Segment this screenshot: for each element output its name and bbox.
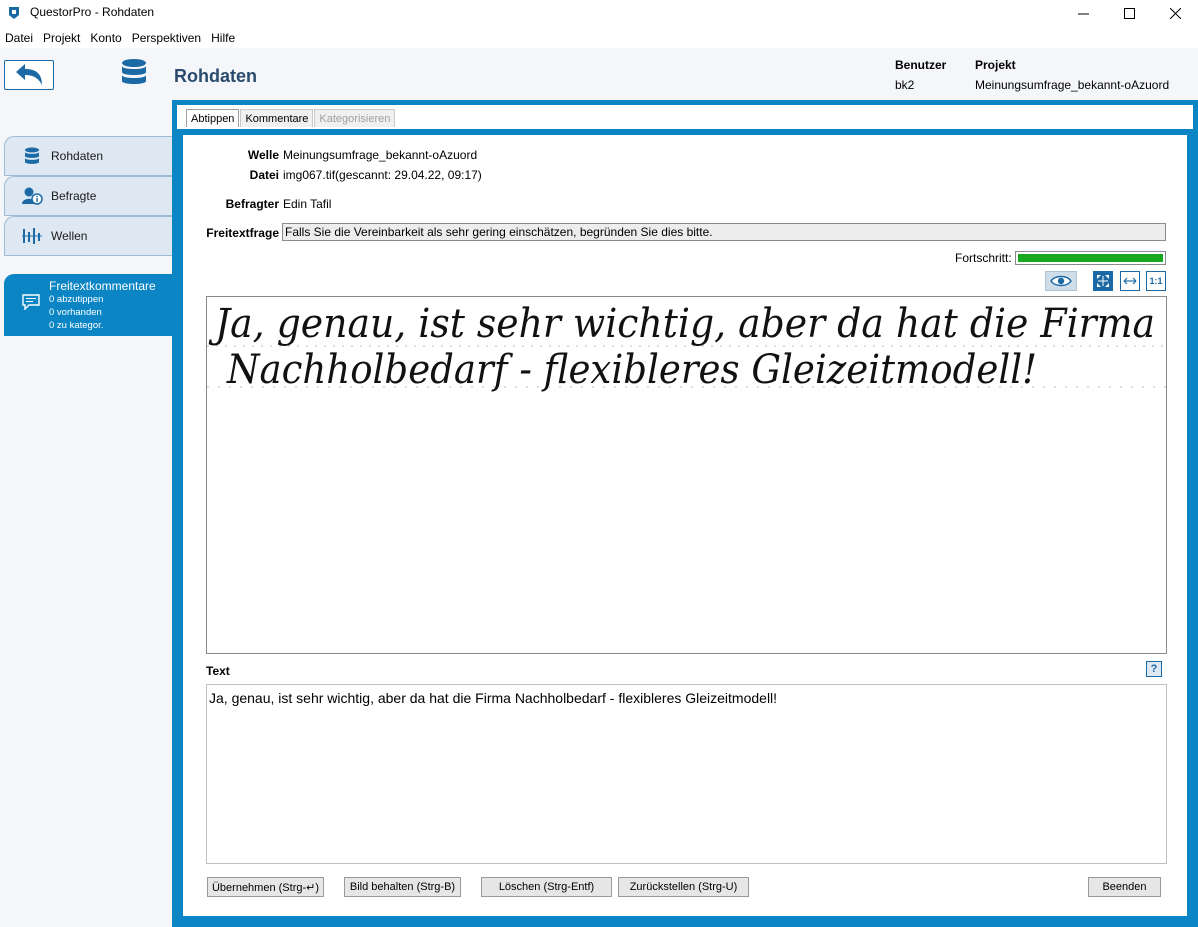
person-info-icon xyxy=(21,185,43,207)
close-icon xyxy=(1169,7,1181,19)
uebernehmen-button[interactable]: Übernehmen (Strg-↵) xyxy=(207,877,324,897)
count-abzutippen: 0 abzutippen xyxy=(49,294,104,305)
active-item-title: Freitextkommentare xyxy=(49,279,156,293)
tab-kommentare[interactable]: Kommentare xyxy=(240,109,314,127)
help-button[interactable]: ? xyxy=(1146,661,1162,677)
befragter-value: Edin Tafil xyxy=(283,197,332,211)
menu-projekt[interactable]: Projekt xyxy=(38,28,85,48)
zoom-1to1-button[interactable]: 1:1 xyxy=(1146,271,1166,291)
waves-icon xyxy=(21,225,43,247)
app-logo-icon xyxy=(9,7,19,19)
progress-bar xyxy=(1015,251,1166,265)
user-value: bk2 xyxy=(895,78,915,92)
menu-konto[interactable]: Konto xyxy=(85,28,126,48)
handwriting-line-1: Ja, genau, ist sehr wichtig, aber da hat… xyxy=(208,301,1155,347)
freitextfrage-field: Falls Sie die Vereinbarkeit als sehr ger… xyxy=(282,223,1166,241)
tab-abtippen[interactable]: Abtippen xyxy=(186,109,240,127)
count-kategor: 0 zu kategor. xyxy=(49,320,104,331)
main-content: Abtippen Kommentare Kategorisieren Welle… xyxy=(177,105,1193,922)
database-icon xyxy=(21,145,43,167)
tab-bar: Abtippen Kommentare Kategorisieren xyxy=(186,109,396,127)
sidebar-item-freitextkommentare[interactable]: Freitextkommentare 0 abzutippen 0 vorhan… xyxy=(4,274,172,336)
sidebar-item-label: Wellen xyxy=(51,229,88,243)
sidebar-item-label: Befragte xyxy=(51,189,97,203)
minimize-button[interactable] xyxy=(1060,0,1106,26)
back-arrow-icon xyxy=(16,64,42,85)
datei-label: Datei xyxy=(249,168,279,182)
sidebar-item-wellen[interactable]: Wellen xyxy=(4,216,172,256)
database-icon xyxy=(122,59,146,84)
sidebar-item-rohdaten[interactable]: Rohdaten xyxy=(4,136,172,176)
progress-fill xyxy=(1018,254,1163,262)
title-bar: QuestorPro - Rohdaten xyxy=(0,0,1198,26)
main-frame: Abtippen Kommentare Kategorisieren Welle… xyxy=(172,100,1198,927)
menu-datei[interactable]: Datei xyxy=(0,28,38,48)
sidebar-item-label: Rohdaten xyxy=(51,149,104,163)
abtippen-panel: Welle Meinungsumfrage_bekannt-oAzuord Da… xyxy=(177,129,1193,922)
text-label: Text xyxy=(206,664,230,678)
maximize-icon xyxy=(1123,7,1135,19)
menu-perspektiven[interactable]: Perspektiven xyxy=(127,28,206,48)
view-toggle-button[interactable] xyxy=(1045,271,1077,291)
fit-page-icon xyxy=(1097,275,1109,287)
loeschen-button[interactable]: Löschen (Strg-Entf) xyxy=(481,877,612,897)
minimize-icon xyxy=(1077,13,1089,14)
welle-value: Meinungsumfrage_bekannt-oAzuord xyxy=(283,148,478,162)
tab-kategorisieren: Kategorisieren xyxy=(314,109,396,127)
handwriting-scan: Ja, genau, ist sehr wichtig, aber da hat… xyxy=(207,301,1166,393)
close-button[interactable] xyxy=(1152,0,1198,26)
fit-width-icon xyxy=(1123,277,1137,285)
handwriting-line-2: Nachholbedarf - flexibleres Gleizeitmode… xyxy=(226,347,1037,393)
header: Rohdaten Benutzer bk2 Projekt Meinungsum… xyxy=(0,48,1198,100)
window-title: QuestorPro - Rohdaten xyxy=(30,5,155,19)
datei-value: img067.tif(gescannt: 29.04.22, 09:17) xyxy=(283,168,482,182)
eye-icon xyxy=(1050,275,1072,287)
sidebar-item-befragte[interactable]: Befragte xyxy=(4,176,172,216)
scanned-handwriting-image: Ja, genau, ist sehr wichtig, aber da hat… xyxy=(206,296,1167,654)
page-title: Rohdaten xyxy=(174,66,257,86)
freitextfrage-label: Freitextfrage xyxy=(206,226,279,240)
progress-label: Fortschritt: xyxy=(955,251,1012,265)
user-label: Benutzer xyxy=(895,58,947,72)
transcription-textarea[interactable]: Ja, genau, ist sehr wichtig, aber da hat… xyxy=(206,684,1167,864)
maximize-button[interactable] xyxy=(1106,0,1152,26)
sidebar: Rohdaten Befragte Wellen Freitextkomment… xyxy=(0,100,172,927)
project-value: Meinungsumfrage_bekannt-oAzuord xyxy=(975,78,1170,92)
menu-hilfe[interactable]: Hilfe xyxy=(206,28,240,48)
zurueckstellen-button[interactable]: Zurückstellen (Strg-U) xyxy=(618,877,749,897)
beenden-button[interactable]: Beenden xyxy=(1088,877,1161,897)
befragter-label: Befragter xyxy=(225,197,279,211)
chat-icon xyxy=(22,294,40,310)
fit-width-button[interactable] xyxy=(1120,271,1140,291)
welle-label: Welle xyxy=(247,148,279,162)
menu-bar: Datei Projekt Konto Perspektiven Hilfe xyxy=(0,28,240,48)
bild-behalten-button[interactable]: Bild behalten (Strg-B) xyxy=(344,877,461,897)
count-vorhanden: 0 vorhanden xyxy=(49,307,102,318)
fit-page-button[interactable] xyxy=(1093,271,1113,291)
back-button[interactable] xyxy=(4,60,54,90)
project-label: Projekt xyxy=(975,58,1016,72)
